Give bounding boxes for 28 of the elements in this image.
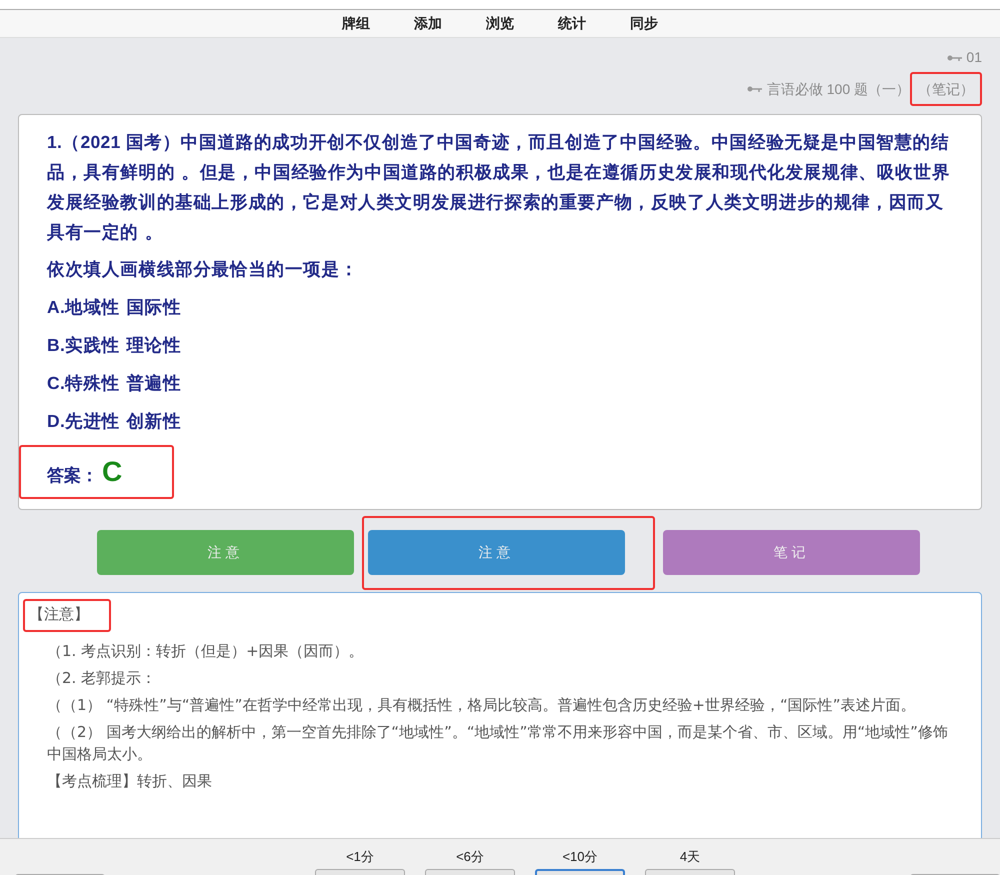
- deck-name: 言语必做 100 题（一）: [766, 80, 910, 99]
- key-icon: [746, 85, 763, 93]
- nav-tab[interactable]: 同步: [622, 11, 666, 36]
- note-paragraph: 【考点梳理】转折、因果: [47, 770, 213, 792]
- question-text: 1.（2021 国考）中国道路的成功开创不仅创造了中国奇迹，而且创造了中国经验。中国经验无疑是中国智慧的结品，具有鲜明的 。但是，中国经验作为中国道路的积极成果，也是在遵循历史发展和现代化发展规律、吸收世界发展经验教训的基础上形成的，它是对人类文明发展进行探索的重要产物，反映了人类文明进步的规律，因而又具有一定的 。: [47, 131, 952, 245]
- key-icon: [946, 54, 963, 62]
- field-name: （笔记）: [910, 72, 982, 106]
- nav-tab[interactable]: 添加: [406, 11, 450, 36]
- question-prompt: 依次填人画横线部分最恰当的一项是：: [47, 258, 360, 282]
- note-paragraph: （（1） “特殊性”与“普遍性”在哲学中经常出现，具有概括性，格局比较高。普遍性包含历史经验+世界经验，“国际性”表述片面。: [47, 694, 917, 716]
- answer-option: B.实践性 理论性: [47, 330, 955, 361]
- answer-option: A.地域性 国际性: [47, 292, 955, 323]
- answer-label: 答案：: [47, 465, 98, 488]
- nav-tab[interactable]: 牌组: [334, 11, 378, 36]
- nav-tab[interactable]: 统计: [550, 11, 594, 36]
- answer-value: C: [102, 455, 122, 489]
- answer-option: D.先进性 创新性: [47, 406, 955, 437]
- nav-tab[interactable]: 浏览: [478, 11, 522, 36]
- note-paragraph: （1. 考点识别：转折（但是）+因果（因而）。: [47, 640, 365, 662]
- interval-label: 4天: [680, 848, 700, 864]
- note-paragraph: （2. 老郭提示：: [47, 668, 158, 688]
- deck-id: 01: [966, 49, 982, 65]
- answer-option: C.特殊性 普遍性: [47, 368, 955, 399]
- note-paragraph: （（2） 国考大纲给出的解析中，第一空首先排除了“地域性”。“地域性”常常不用来形容中国，而是某个省、市、区域。用“地域性”修饰中国格局太小。: [47, 722, 949, 764]
- interval-label: <10分: [562, 848, 598, 864]
- interval-label: <6分: [456, 848, 484, 864]
- interval-label: <1分: [346, 848, 374, 864]
- notes-heading: 【注意】: [23, 599, 111, 632]
